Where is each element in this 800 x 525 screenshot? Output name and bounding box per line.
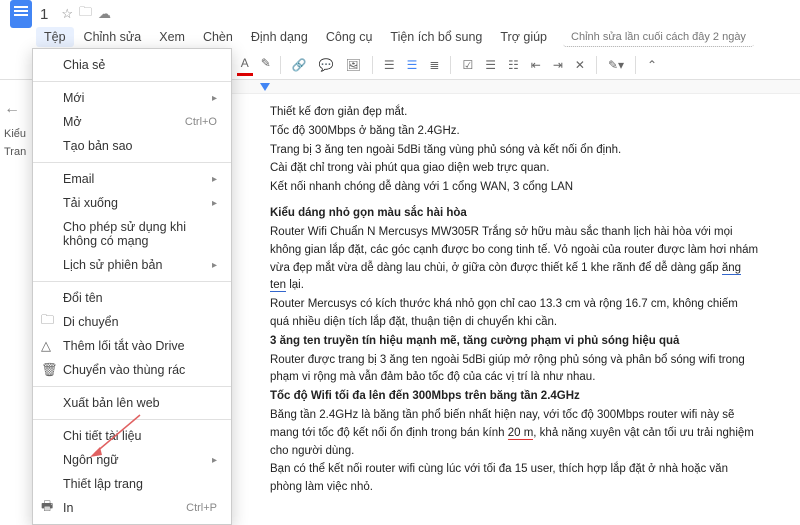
- menu-language[interactable]: Ngôn ngữ▸: [33, 448, 231, 472]
- menu-move[interactable]: 🗀Di chuyển: [33, 310, 231, 334]
- doc-title[interactable]: 1: [40, 6, 48, 23]
- doc-text: Trang bị 3 ăng ten ngoài 5dBi tăng vùng …: [270, 142, 760, 160]
- menu-format[interactable]: Định dạng: [243, 27, 316, 47]
- menu-rename[interactable]: Đổi tên: [33, 286, 231, 310]
- menu-tools[interactable]: Công cụ: [318, 27, 381, 47]
- outline-item[interactable]: Kiểu: [4, 128, 26, 140]
- doc-text: Thiết kế đơn giản đẹp mắt.: [270, 104, 760, 122]
- align-left-button[interactable]: ☰: [380, 55, 399, 75]
- ruler[interactable]: [230, 80, 800, 94]
- doc-heading: 3 ăng ten truyền tín hiệu mạnh mẽ, tăng …: [270, 333, 760, 351]
- doc-text: Cài đặt chỉ trong vài phút qua giao diện…: [270, 160, 760, 178]
- menu-addshortcut[interactable]: △Thêm lối tắt vào Drive: [33, 334, 231, 358]
- menu-insert[interactable]: Chèn: [195, 27, 241, 47]
- menu-email[interactable]: Email▸: [33, 167, 231, 191]
- back-icon[interactable]: ←: [4, 100, 26, 118]
- doc-text: Kết nối nhanh chóng dễ dàng với 1 cổng W…: [270, 179, 760, 197]
- doc-text: Băng tần 2.4GHz là băng tần phổ biến nhấ…: [270, 407, 760, 460]
- edit-mode-button[interactable]: ✎▾: [604, 55, 628, 75]
- folder-icon: 🗀: [41, 311, 54, 333]
- cloud-icon[interactable]: ☁: [98, 6, 111, 22]
- document-body[interactable]: Thiết kế đơn giản đẹp mắt. Tốc độ 300Mbp…: [230, 94, 800, 500]
- doc-text: Router Wifi Chuẩn N Mercusys MW305R Trắn…: [270, 224, 760, 295]
- collapse-button[interactable]: ⌃: [643, 55, 661, 75]
- drive-icon: △: [41, 338, 51, 354]
- folder-icon[interactable]: 🗀: [79, 3, 92, 25]
- menu-makecopy[interactable]: Tạo bản sao: [33, 134, 231, 158]
- menu-download[interactable]: Tải xuống▸: [33, 191, 231, 215]
- doc-text: Tốc độ 300Mbps ở băng tần 2.4GHz.: [270, 123, 760, 141]
- menu-trash[interactable]: 🗑Chuyển vào thùng rác: [33, 358, 231, 382]
- highlight-button[interactable]: ✎: [257, 53, 273, 76]
- doc-text: Router Mercusys có kích thước khá nhỏ gọ…: [270, 296, 760, 332]
- menu-view[interactable]: Xem: [151, 27, 193, 47]
- doc-heading: Kiểu dáng nhỏ gọn màu sắc hài hòa: [270, 205, 760, 223]
- checklist-button[interactable]: ☑: [458, 55, 477, 75]
- menu-addons[interactable]: Tiện ích bổ sung: [382, 27, 490, 47]
- menubar: Tệp Chỉnh sửa Xem Chèn Định dạng Công cụ…: [0, 28, 800, 50]
- file-menu-dropdown: Chia sẻ Mới▸ MởCtrl+O Tạo bản sao Email▸…: [32, 48, 232, 525]
- align-center-button[interactable]: ☰: [403, 55, 422, 75]
- comment-button[interactable]: 💬: [315, 55, 338, 75]
- star-icon[interactable]: ☆: [61, 6, 73, 22]
- menu-help[interactable]: Trợ giúp: [492, 27, 555, 47]
- bulletlist-button[interactable]: ☰: [481, 55, 500, 75]
- inc-indent-button[interactable]: ⇥: [549, 55, 567, 75]
- print-icon: 🖶: [41, 497, 53, 519]
- menu-history[interactable]: Lịch sử phiên bản▸: [33, 253, 231, 277]
- clear-format-button[interactable]: ✕: [571, 55, 589, 75]
- outline-item[interactable]: Tran: [4, 146, 26, 158]
- numlist-button[interactable]: ☷: [504, 55, 523, 75]
- menu-offline[interactable]: Cho phép sử dụng khi không có mạng: [33, 215, 231, 253]
- image-button[interactable]: 🖼: [342, 55, 365, 75]
- docs-logo[interactable]: [10, 0, 32, 28]
- linespacing-button[interactable]: ≣: [425, 55, 443, 75]
- menu-publish[interactable]: Xuất bản lên web: [33, 391, 231, 415]
- trash-icon: 🗑: [41, 362, 58, 378]
- dec-indent-button[interactable]: ⇤: [527, 55, 545, 75]
- doc-text: Router được trang bị 3 ăng ten ngoài 5dB…: [270, 352, 760, 388]
- textcolor-button[interactable]: A: [237, 53, 253, 76]
- last-edit[interactable]: Chỉnh sửa lần cuối cách đây 2 ngày: [563, 28, 754, 47]
- link-button[interactable]: 🔗: [288, 55, 311, 75]
- doc-heading: Tốc độ Wifi tối đa lên đến 300Mbps trên …: [270, 388, 760, 406]
- menu-new[interactable]: Mới▸: [33, 86, 231, 110]
- menu-file[interactable]: Tệp: [36, 27, 74, 47]
- menu-edit[interactable]: Chỉnh sửa: [76, 27, 150, 47]
- menu-share[interactable]: Chia sẻ: [33, 53, 231, 77]
- menu-open[interactable]: MởCtrl+O: [33, 110, 231, 134]
- doc-text: Bạn có thể kết nối router wifi cùng lúc …: [270, 461, 760, 497]
- menu-details[interactable]: Chi tiết tài liệu: [33, 424, 231, 448]
- menu-pagesetup[interactable]: Thiết lập trang: [33, 472, 231, 496]
